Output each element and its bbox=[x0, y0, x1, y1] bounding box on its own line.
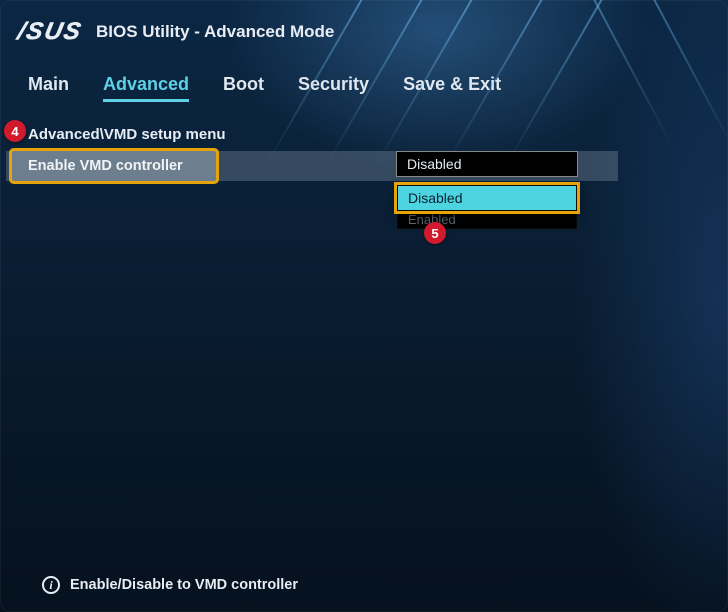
brand-logo: /SUS bbox=[15, 18, 85, 46]
footer-help: i Enable/Disable to VMD controller bbox=[0, 576, 728, 594]
option-enable-vmd[interactable]: Enable VMD controller bbox=[12, 151, 216, 181]
callout-badge-4: 4 bbox=[4, 120, 26, 142]
tab-boot[interactable]: Boot bbox=[223, 74, 264, 102]
tab-save-exit[interactable]: Save & Exit bbox=[403, 74, 501, 102]
tab-main[interactable]: Main bbox=[28, 74, 69, 102]
option-value-box[interactable]: Disabled bbox=[396, 151, 578, 177]
breadcrumb: Advanced\VMD setup menu bbox=[0, 110, 728, 151]
option-row: Enable VMD controller Disabled bbox=[0, 151, 618, 181]
header: /SUS BIOS Utility - Advanced Mode bbox=[0, 0, 728, 56]
tab-security[interactable]: Security bbox=[298, 74, 369, 102]
breadcrumb-text: Advanced\VMD setup menu bbox=[28, 126, 226, 143]
tab-bar: Main Advanced Boot Security Save & Exit bbox=[0, 56, 728, 110]
app-title: BIOS Utility - Advanced Mode bbox=[96, 22, 334, 42]
tab-advanced[interactable]: Advanced bbox=[103, 74, 189, 102]
option-current-value: Disabled bbox=[407, 156, 461, 172]
option-label: Enable VMD controller bbox=[28, 158, 183, 174]
info-icon: i bbox=[42, 576, 60, 594]
callout-badge-5: 5 bbox=[424, 222, 446, 244]
footer-help-text: Enable/Disable to VMD controller bbox=[70, 577, 298, 593]
option-dropdown[interactable]: Disabled bbox=[397, 185, 577, 211]
dropdown-option-disabled[interactable]: Disabled bbox=[398, 186, 576, 210]
dropdown-option-enabled[interactable]: Enabled bbox=[397, 211, 577, 229]
